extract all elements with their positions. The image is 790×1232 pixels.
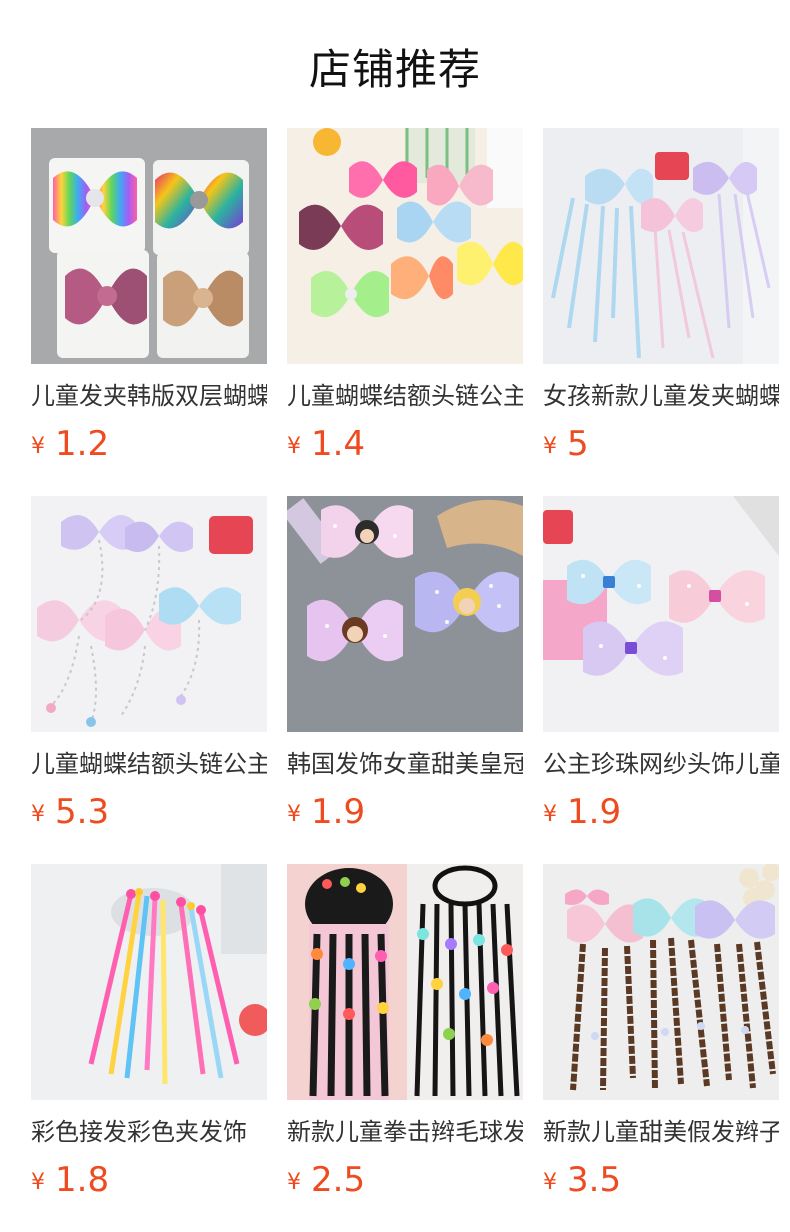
product-image-sequin-bows[interactable] [31,128,267,364]
price-amount: 1.4 [311,424,366,464]
product-image-colorful-sequin-bows[interactable] [287,128,523,364]
product-grid: 儿童发夹韩版双层蝴蝶结 ¥1.2 [31,128,779,1232]
currency-symbol: ¥ [31,1170,45,1195]
product-card[interactable]: 儿童蝴蝶结额头链公主 ¥1.4 [287,128,523,496]
price-amount: 1.8 [55,1160,110,1200]
product-image-wig-braid-bow-clips[interactable] [543,864,779,1100]
product-card[interactable]: 女孩新款儿童发夹蝴蝶结 ¥5 [543,128,779,496]
currency-symbol: ¥ [287,802,301,827]
product-price: ¥2.5 [287,1157,523,1203]
price-amount: 5 [567,424,589,464]
product-name[interactable]: 韩国发饰女童甜美皇冠 [287,747,523,781]
price-amount: 2.5 [311,1160,366,1200]
currency-symbol: ¥ [543,1170,557,1195]
product-name[interactable]: 儿童蝴蝶结额头链公主 [287,379,523,413]
product-name[interactable]: 彩色接发彩色夹发饰 [31,1115,267,1149]
product-name[interactable]: 新款儿童甜美假发辫子 [543,1115,779,1149]
product-price: ¥5 [543,421,779,467]
product-image-pastel-ribbon-bows[interactable] [543,128,779,364]
currency-symbol: ¥ [31,802,45,827]
product-card[interactable]: 新款儿童拳击辫毛球发绳 ¥2.5 [287,864,523,1232]
price-amount: 5.3 [55,792,110,832]
product-name[interactable]: 新款儿童拳击辫毛球发绳 [287,1115,523,1149]
product-image-pearl-mesh-bows[interactable] [543,496,779,732]
product-name[interactable]: 女孩新款儿童发夹蝴蝶结 [543,379,779,413]
product-name[interactable]: 儿童蝴蝶结额头链公主 [31,747,267,781]
product-image-princess-tulle-bows[interactable] [287,496,523,732]
price-amount: 1.9 [567,792,622,832]
product-card[interactable]: 彩色接发彩色夹发饰 ¥1.8 [31,864,267,1232]
product-card[interactable]: 儿童蝴蝶结额头链公主 ¥5.3 [31,496,267,864]
price-amount: 1.9 [311,792,366,832]
product-price: ¥1.9 [543,789,779,835]
product-card[interactable]: 儿童发夹韩版双层蝴蝶结 ¥1.2 [31,128,267,496]
product-price: ¥1.8 [31,1157,267,1203]
currency-symbol: ¥ [31,434,45,459]
product-name[interactable]: 公主珍珠网纱头饰儿童 [543,747,779,781]
product-card[interactable]: 韩国发饰女童甜美皇冠 ¥1.9 [287,496,523,864]
product-image-colorful-hair-extension-clips[interactable] [31,864,267,1100]
price-amount: 3.5 [567,1160,622,1200]
price-amount: 1.2 [55,424,110,464]
page-title: 店铺推荐 [308,45,481,94]
product-price: ¥1.9 [287,789,523,835]
currency-symbol: ¥ [287,1170,301,1195]
product-image-bow-forehead-chains[interactable] [31,496,267,732]
currency-symbol: ¥ [543,434,557,459]
product-card[interactable]: 新款儿童甜美假发辫子 ¥3.5 [543,864,779,1232]
product-price: ¥1.4 [287,421,523,467]
product-price: ¥1.2 [31,421,267,467]
product-price: ¥3.5 [543,1157,779,1203]
currency-symbol: ¥ [287,434,301,459]
currency-symbol: ¥ [543,802,557,827]
product-image-pompom-braid-hair-ties[interactable] [287,864,523,1100]
product-card[interactable]: 公主珍珠网纱头饰儿童 ¥1.9 [543,496,779,864]
product-price: ¥5.3 [31,789,267,835]
product-name[interactable]: 儿童发夹韩版双层蝴蝶结 [31,379,267,413]
